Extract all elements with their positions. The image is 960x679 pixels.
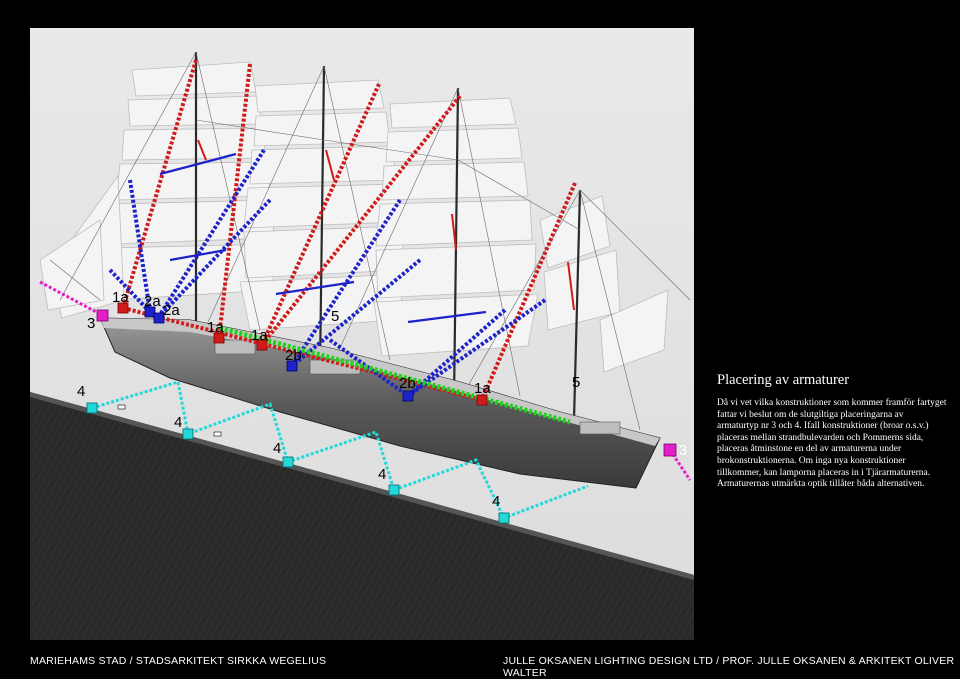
side-panel-body: Då vi vet vilka konstruktioner som komme… <box>717 398 947 490</box>
label-2a-second: 2a <box>163 302 180 319</box>
label-5-upper: 5 <box>331 308 340 325</box>
ship-lighting-diagram <box>30 28 694 640</box>
label-1a-second: 1a <box>207 319 224 336</box>
label-1a-third: 1a <box>251 327 268 344</box>
label-5-lower: 5 <box>572 374 581 391</box>
label-2b-first: 2b <box>285 347 302 364</box>
footer-left-credit: MARIEHAMS STAD / STADSARKITEKT SIRKKA WE… <box>30 655 327 667</box>
label-4-second: 4 <box>174 414 183 431</box>
label-4-fifth: 4 <box>492 493 501 510</box>
label-3-bow: 3 <box>87 315 96 332</box>
label-4-fourth: 4 <box>378 466 387 483</box>
label-2b-second: 2b <box>399 375 416 392</box>
label-1a-bow: 1a <box>112 289 129 306</box>
label-2a-first: 2a <box>144 293 161 310</box>
side-panel-title: Placering av armaturer <box>717 372 850 388</box>
label-3-stern: 3 <box>679 442 688 459</box>
label-1a-stern: 1a <box>474 380 491 397</box>
label-4-first: 4 <box>77 383 86 400</box>
footer-right-credit: JULLE OKSANEN LIGHTING DESIGN LTD / PROF… <box>503 655 955 679</box>
label-4-third: 4 <box>273 440 282 457</box>
